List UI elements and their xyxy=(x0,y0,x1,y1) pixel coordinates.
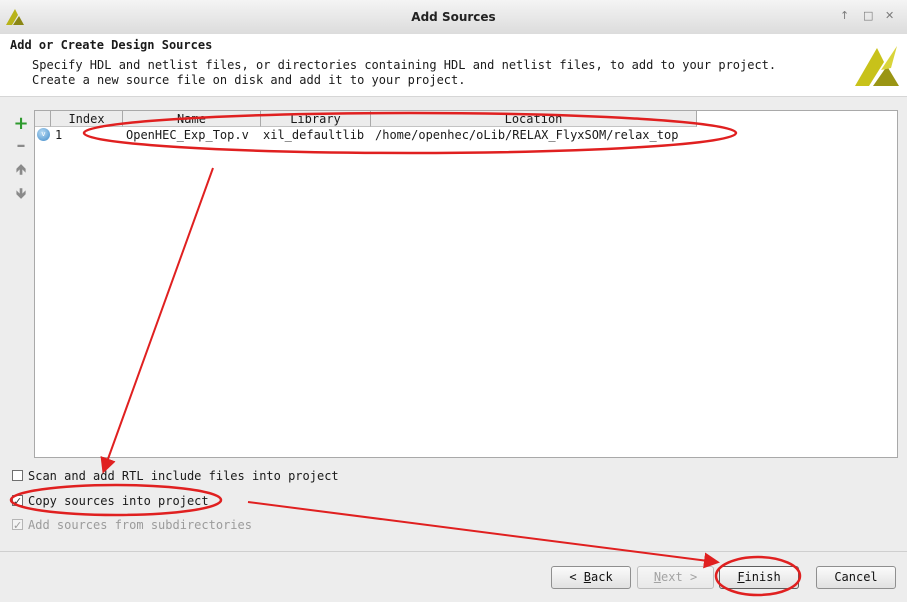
column-header-index[interactable]: Index xyxy=(51,111,123,127)
table-row[interactable]: v 1 OpenHEC_Exp_Top.v xil_defaultlib /ho… xyxy=(35,127,897,144)
scan-rtl-include-checkbox[interactable]: Scan and add RTL include files into proj… xyxy=(12,467,339,485)
checkbox-label: Scan and add RTL include files into proj… xyxy=(28,469,339,483)
page-title: Add or Create Design Sources xyxy=(10,38,213,52)
checkbox-box[interactable] xyxy=(12,470,23,481)
add-subdirectories-checkbox: Add sources from subdirectories xyxy=(12,516,252,535)
column-header-name[interactable]: Name xyxy=(123,111,261,127)
cell-library: xil_defaultlib xyxy=(263,128,365,142)
column-header-library[interactable]: Library xyxy=(261,111,371,127)
next-label-rest: ext > xyxy=(661,570,698,584)
back-button[interactable]: < Back xyxy=(551,566,631,589)
maximize-icon[interactable]: □ xyxy=(863,9,873,22)
copy-sources-checkbox[interactable]: Copy sources into project xyxy=(12,492,209,511)
page-description: Specify HDL and netlist files, or direct… xyxy=(32,58,776,88)
plus-icon[interactable]: + xyxy=(11,114,31,134)
checkbox-label: Copy sources into project xyxy=(28,494,209,508)
window-title: Add Sources xyxy=(411,10,496,24)
file-list-toolbar: + – 🡹 🡻 xyxy=(8,110,34,456)
description-line-1: Specify HDL and netlist files, or direct… xyxy=(32,58,777,72)
close-icon[interactable]: ✕ xyxy=(885,9,894,22)
arrow-down-icon[interactable]: 🡻 xyxy=(11,184,31,204)
cell-location: /home/openhec/oLib/RELAX_FlyxSOM/relax_t… xyxy=(375,128,679,142)
finish-label-rest: inish xyxy=(744,570,781,584)
minus-icon[interactable]: – xyxy=(11,136,31,156)
verilog-file-icon: v xyxy=(37,128,50,141)
back-prefix: < xyxy=(569,570,584,584)
arrow-up-icon[interactable]: 🡹 xyxy=(11,160,31,180)
title-bar: Add Sources ↑ □ ✕ xyxy=(0,0,907,35)
back-label-rest: ack xyxy=(591,570,613,584)
vivado-logo-icon xyxy=(855,46,899,86)
checkbox-box xyxy=(12,517,23,535)
finish-mnemonic: F xyxy=(737,570,745,584)
wizard-header: Add or Create Design Sources Specify HDL… xyxy=(0,34,907,97)
finish-button[interactable]: Finish xyxy=(719,566,799,589)
cell-name: OpenHEC_Exp_Top.v xyxy=(126,128,249,142)
back-mnemonic: B xyxy=(583,570,591,584)
column-header-blank xyxy=(35,111,51,127)
keep-above-icon[interactable]: ↑ xyxy=(840,9,849,22)
sources-table[interactable]: Index Name Library Location v 1 OpenHEC_… xyxy=(34,110,898,458)
description-line-2: Create a new source file on disk and add… xyxy=(32,73,466,87)
checkbox-box[interactable] xyxy=(12,493,23,511)
cell-index: 1 xyxy=(55,128,63,142)
next-mnemonic: N xyxy=(653,570,662,584)
column-header-location[interactable]: Location xyxy=(371,111,697,127)
cancel-button[interactable]: Cancel xyxy=(816,566,896,589)
divider xyxy=(0,551,907,552)
arrow-checkbox-to-finish xyxy=(247,501,720,569)
checkbox-label: Add sources from subdirectories xyxy=(28,518,252,532)
next-button[interactable]: Next > xyxy=(637,566,714,589)
